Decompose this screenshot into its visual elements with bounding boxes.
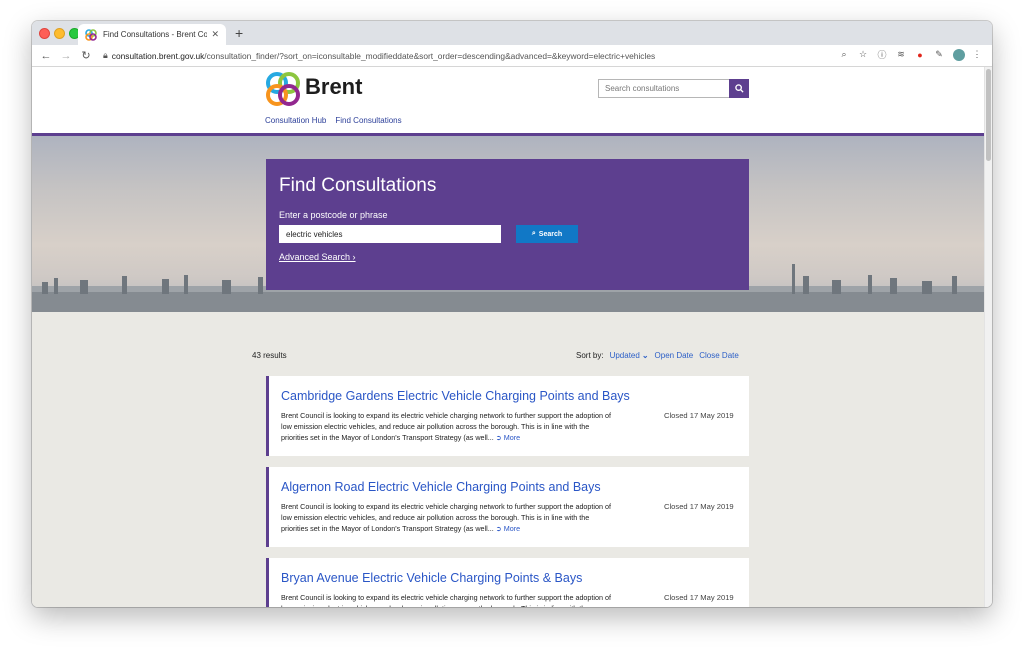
list-item: Algernon Road Electric Vehicle Charging … <box>266 467 749 547</box>
lock-icon[interactable]: 🔒︎ <box>103 50 108 61</box>
scrollbar-thumb[interactable] <box>986 69 991 161</box>
description-text: Brent Council is looking to expand its e… <box>281 502 612 533</box>
search-button[interactable]: ⌕ Search <box>516 225 578 243</box>
toolbar-actions: ⌕ ☆ ⓘ ≋ ● ✎ ⋮ <box>832 48 984 61</box>
opera-icon[interactable]: ● <box>913 50 927 60</box>
list-item: Cambridge Gardens Electric Vehicle Charg… <box>266 376 749 456</box>
advanced-search-link[interactable]: Advanced Search › <box>279 252 356 262</box>
list-item: Bryan Avenue Electric Vehicle Charging P… <box>266 558 749 607</box>
reload-icon[interactable]: ↻ <box>79 49 93 62</box>
status-badge: Closed 17 May 2019 <box>664 593 734 602</box>
chevron-down-icon[interactable]: ⌄ <box>642 351 649 360</box>
status-badge: Closed 17 May 2019 <box>664 502 734 511</box>
browser-window: Find Consultations - Brent Cou ✕ + ← → ↻… <box>32 21 992 607</box>
status-badge: Closed 17 May 2019 <box>664 411 734 420</box>
sort-close-date[interactable]: Close Date <box>699 351 739 360</box>
description-text: Brent Council is looking to expand its e… <box>281 411 612 442</box>
sort-controls: Sort by: Updated ⌄ Open Date Close Date <box>576 351 745 360</box>
arrow-circle-icon: ➲ <box>495 432 502 442</box>
url-host: consultation.brent.gov.uk <box>111 50 205 61</box>
search-button-label: Search <box>538 230 563 238</box>
nav-consultation-hub[interactable]: Consultation Hub <box>265 116 326 125</box>
site-nav: Consultation Hub Find Consultations <box>265 116 411 125</box>
close-window-button[interactable] <box>39 28 50 39</box>
brand-name[interactable]: Brent <box>305 74 362 100</box>
forward-icon[interactable]: → <box>59 50 73 62</box>
url-path: /consultation_finder/?sort_on=iconsultab… <box>204 50 656 61</box>
site-header: Brent Consultation Hub Find Consultation… <box>32 67 984 133</box>
brent-favicon-icon <box>85 28 97 41</box>
menu-icon[interactable]: ⋮ <box>970 49 984 60</box>
extension-icon[interactable]: ✎ <box>932 49 946 60</box>
consultation-description: Brent Council is looking to expand its e… <box>281 593 618 607</box>
keyword-search-input[interactable] <box>279 225 501 243</box>
more-label: More <box>503 523 521 533</box>
consultation-title-link[interactable]: Bryan Avenue Electric Vehicle Charging P… <box>281 571 582 585</box>
more-label: More <box>503 432 521 442</box>
consultation-title-link[interactable]: Cambridge Gardens Electric Vehicle Charg… <box>281 389 630 403</box>
profile-avatar[interactable] <box>953 48 965 61</box>
address-bar[interactable]: consultation.brent.gov.uk/consultation_f… <box>112 51 655 61</box>
star-icon[interactable]: ☆ <box>856 49 870 60</box>
description-text: Brent Council is looking to expand its e… <box>281 593 612 607</box>
sort-updated[interactable]: Updated <box>610 351 640 360</box>
nav-find-consultations[interactable]: Find Consultations <box>335 116 401 125</box>
back-icon[interactable]: ← <box>39 50 53 62</box>
layers-icon[interactable]: ≋ <box>894 49 908 60</box>
results-count: 43 results <box>252 351 287 360</box>
header-search-button[interactable] <box>729 79 749 98</box>
consultation-description: Brent Council is looking to expand its e… <box>281 411 618 443</box>
browser-titlebar: Find Consultations - Brent Cou ✕ + <box>32 21 992 45</box>
hero-search-panel: Find Consultations Enter a postcode or p… <box>266 159 749 290</box>
search-icon <box>734 84 744 93</box>
arrow-circle-icon: ➲ <box>495 523 502 533</box>
tab-title: Find Consultations - Brent Cou <box>103 30 208 39</box>
browser-tab[interactable]: Find Consultations - Brent Cou ✕ <box>78 24 226 45</box>
page-scrollbar[interactable] <box>984 67 992 607</box>
skyline-banner: Find Consultations Enter a postcode or p… <box>32 136 984 312</box>
header-search-input[interactable] <box>598 79 729 98</box>
brent-logo[interactable] <box>265 71 301 107</box>
consultation-title-link[interactable]: Algernon Road Electric Vehicle Charging … <box>281 480 601 494</box>
browser-toolbar: ← → ↻ 🔒︎ consultation.brent.gov.uk/consu… <box>32 45 992 67</box>
page-title: Find Consultations <box>279 175 437 196</box>
consultation-description: Brent Council is looking to expand its e… <box>281 502 618 534</box>
sort-label: Sort by: <box>576 351 604 360</box>
tab-close-icon[interactable]: ✕ <box>211 29 219 40</box>
new-tab-button[interactable]: + <box>235 24 243 42</box>
more-link[interactable]: ➲ More <box>496 524 520 533</box>
search-field-label: Enter a postcode or phrase <box>279 210 388 220</box>
header-search <box>598 79 749 98</box>
info-icon[interactable]: ⓘ <box>875 48 889 61</box>
zoom-icon[interactable]: ⌕ <box>837 49 851 60</box>
more-link[interactable]: ➲ More <box>496 433 520 442</box>
minimize-window-button[interactable] <box>54 28 65 39</box>
page-viewport: Brent Consultation Hub Find Consultation… <box>32 67 992 607</box>
search-icon: ⌕ <box>531 230 536 237</box>
sort-open-date[interactable]: Open Date <box>655 351 694 360</box>
